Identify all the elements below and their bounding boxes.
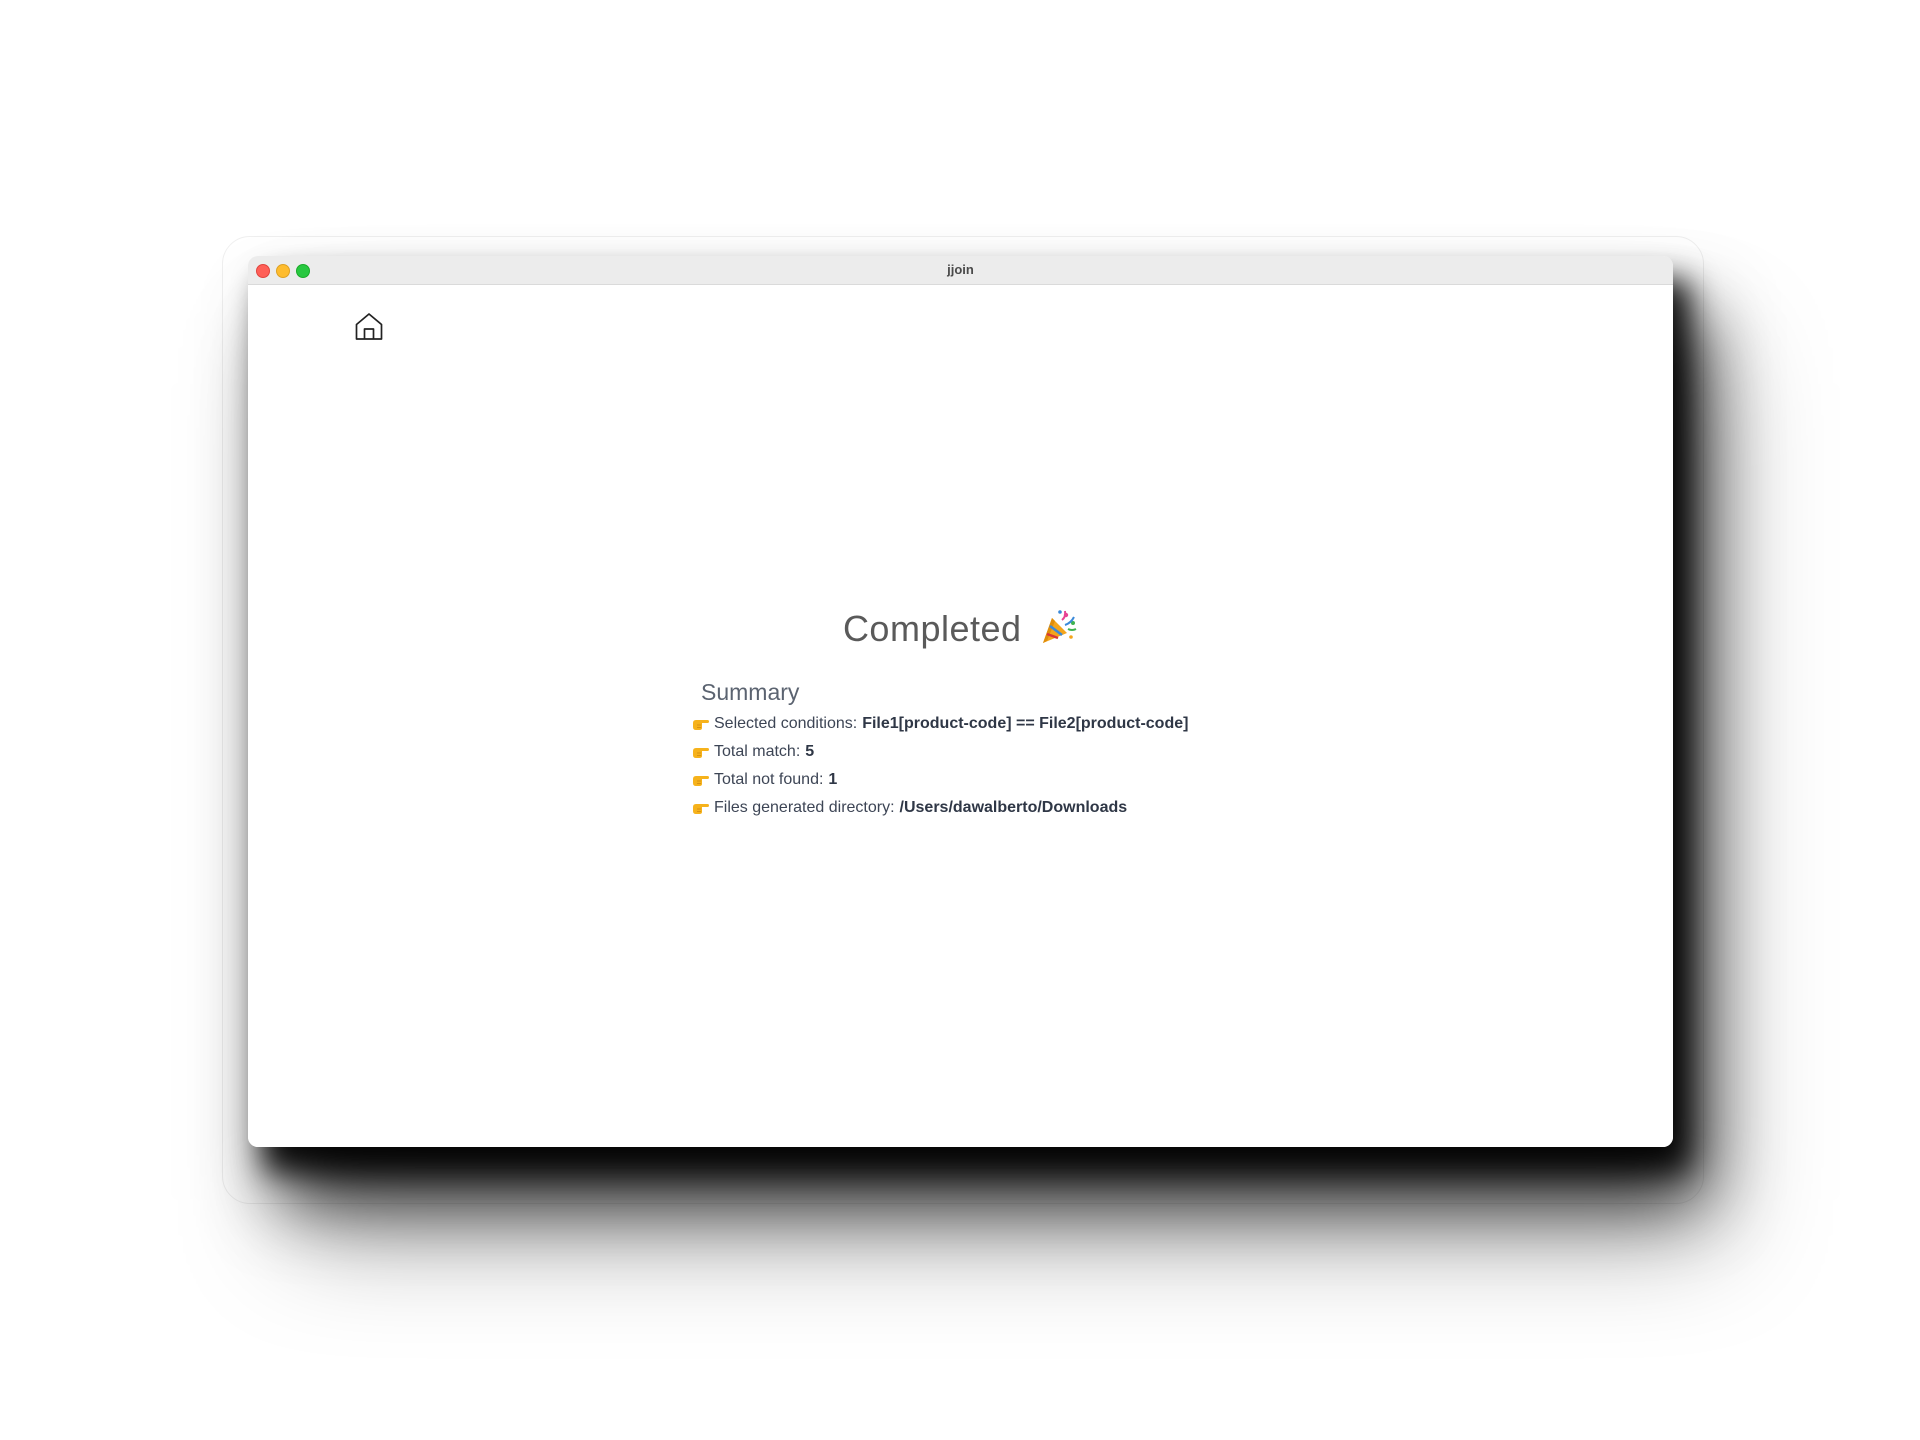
summary-title: Summary — [701, 679, 800, 705]
summary-row-value: /Users/dawalberto/Downloads — [899, 799, 1128, 816]
pointing-hand-icon — [693, 776, 709, 786]
summary-row-value: 1 — [828, 771, 838, 788]
screenshot-stage: jjoin Completed Summary Selected conditi… — [0, 0, 1920, 1440]
completed-label: Completed — [842, 608, 1022, 649]
home-button[interactable] — [351, 309, 387, 345]
window-title: jjoin — [947, 262, 974, 277]
party-popper-icon — [1043, 610, 1077, 643]
window-titlebar[interactable]: jjoin — [248, 256, 1673, 285]
summary-row-value: 5 — [805, 743, 815, 760]
pointing-hand-icon — [693, 804, 709, 814]
summary-row-label: Files generated directory: — [714, 799, 895, 816]
summary-row-files-directory: Files generated directory: /Users/dawalb… — [692, 794, 1392, 822]
pointing-hand-icon — [693, 748, 709, 758]
main-content: Completed Summary Selected conditions: F… — [248, 285, 1673, 1147]
summary-row-label: Total match: — [714, 743, 801, 760]
home-icon — [355, 313, 383, 340]
summary-row-total-not-found: Total not found: 1 — [692, 766, 1392, 794]
summary-row-label: Total not found: — [714, 771, 824, 788]
summary-row-selected-conditions: Selected conditions: File1[product-code]… — [692, 710, 1392, 738]
summary-row-label: Selected conditions: — [714, 715, 858, 732]
summary-row-total-match: Total match: 5 — [692, 738, 1392, 766]
summary-section: Summary Selected conditions: File1[produ… — [692, 679, 1392, 822]
pointing-hand-icon — [693, 720, 709, 730]
summary-row-value: File1[product-code] == File2[product-cod… — [862, 715, 1189, 732]
page-title: Completed — [248, 607, 1673, 650]
app-window: jjoin Completed Summary Selected conditi… — [248, 256, 1673, 1147]
